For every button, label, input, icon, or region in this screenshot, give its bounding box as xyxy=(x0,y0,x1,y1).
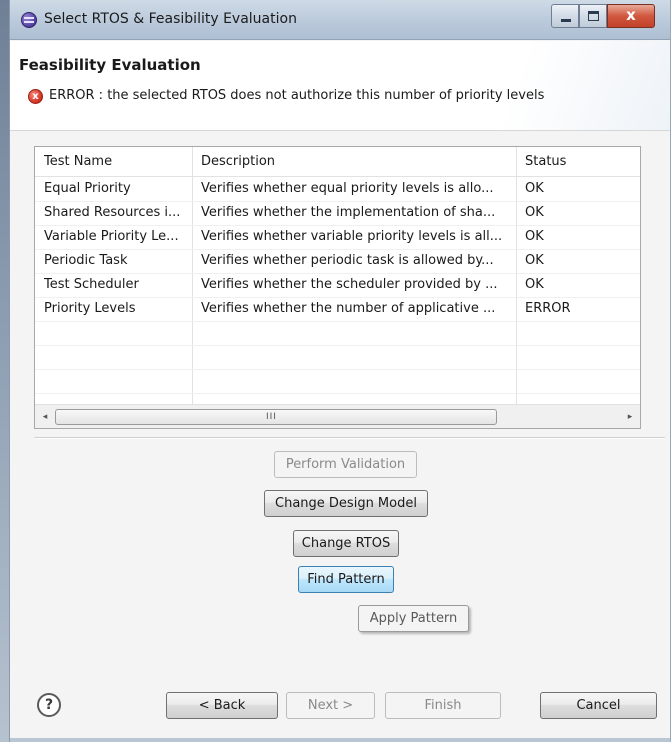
maximize-button[interactable] xyxy=(579,4,607,28)
back-button[interactable]: < Back xyxy=(166,692,278,719)
table-row[interactable]: Test Scheduler Verifies whether the sche… xyxy=(35,274,640,298)
description-cell: Verifies whether the scheduler provided … xyxy=(201,277,498,292)
window-bottom-edge xyxy=(10,738,670,742)
status-cell: OK xyxy=(525,277,544,292)
cancel-button[interactable]: Cancel xyxy=(540,692,657,719)
test-name-cell: Priority Levels xyxy=(44,301,136,316)
separator xyxy=(34,437,665,439)
horizontal-scrollbar[interactable]: ◂ III ▸ xyxy=(35,404,640,428)
title-bar[interactable]: Select RTOS & Feasibility Evaluation x xyxy=(10,0,670,40)
scrollbar-grip-icon: III xyxy=(266,412,277,422)
help-icon[interactable]: ? xyxy=(37,693,61,717)
minimize-icon xyxy=(561,19,571,22)
close-button[interactable]: x xyxy=(607,4,655,28)
test-name-cell: Equal Priority xyxy=(44,181,131,196)
apply-pattern-button[interactable]: Apply Pattern xyxy=(358,605,469,632)
empty-table-row xyxy=(35,322,640,346)
table-row[interactable]: Priority Levels Verifies whether the num… xyxy=(35,298,640,322)
eclipse-app-icon xyxy=(21,12,37,28)
test-name-cell: Periodic Task xyxy=(44,253,128,268)
close-icon: x xyxy=(626,6,636,24)
change-design-model-button[interactable]: Change Design Model xyxy=(264,490,428,517)
column-header-test-name[interactable]: Test Name xyxy=(44,154,192,169)
find-pattern-button[interactable]: Find Pattern xyxy=(298,566,394,593)
table-row[interactable]: Periodic Task Verifies whether periodic … xyxy=(35,250,640,274)
test-name-cell: Variable Priority Le... xyxy=(44,229,179,244)
scrollbar-thumb[interactable]: III xyxy=(55,409,497,425)
table-row[interactable]: Shared Resources i... Verifies whether t… xyxy=(35,202,640,226)
empty-table-row xyxy=(35,346,640,370)
next-button[interactable]: Next > xyxy=(286,692,375,719)
page-title: Feasibility Evaluation xyxy=(19,56,201,74)
description-cell: Verifies whether the implementation of s… xyxy=(201,205,496,220)
status-cell: OK xyxy=(525,253,544,268)
description-cell: Verifies whether periodic task is allowe… xyxy=(201,253,494,268)
finish-button[interactable]: Finish xyxy=(385,692,501,719)
status-cell: OK xyxy=(525,205,544,220)
error-x-icon: x xyxy=(28,89,43,104)
column-header-description[interactable]: Description xyxy=(201,154,517,169)
status-cell: OK xyxy=(525,181,544,196)
description-cell: Verifies whether the number of applicati… xyxy=(201,301,496,316)
description-cell: Verifies whether variable priority level… xyxy=(201,229,503,244)
test-name-cell: Test Scheduler xyxy=(44,277,139,292)
minimize-button[interactable] xyxy=(551,4,579,28)
dialog-window: Select RTOS & Feasibility Evaluation x F… xyxy=(9,0,671,742)
status-cell: ERROR xyxy=(525,301,571,316)
window-title: Select RTOS & Feasibility Evaluation xyxy=(44,11,297,27)
column-header-status[interactable]: Status xyxy=(525,154,635,169)
background-window-edge xyxy=(0,0,9,742)
test-name-cell: Shared Resources i... xyxy=(44,205,181,220)
scroll-left-arrow-icon[interactable]: ◂ xyxy=(37,409,53,425)
wizard-footer: ? < Back Next > Finish Cancel xyxy=(10,680,670,742)
test-results-table: Test Name Description Status Equal Prior… xyxy=(34,146,641,429)
wizard-header: Feasibility Evaluation x ERROR : the sel… xyxy=(10,41,670,131)
table-row[interactable]: Variable Priority Le... Verifies whether… xyxy=(35,226,640,250)
scroll-right-arrow-icon[interactable]: ▸ xyxy=(622,409,638,425)
table-header: Test Name Description Status xyxy=(35,147,640,177)
description-cell: Verifies whether equal priority levels i… xyxy=(201,181,494,196)
empty-table-row xyxy=(35,370,640,394)
maximize-icon xyxy=(588,11,599,21)
status-cell: OK xyxy=(525,229,544,244)
error-message: ERROR : the selected RTOS does not autho… xyxy=(49,88,545,103)
change-rtos-button[interactable]: Change RTOS xyxy=(293,530,399,557)
perform-validation-button[interactable]: Perform Validation xyxy=(274,451,417,478)
table-row[interactable]: Equal Priority Verifies whether equal pr… xyxy=(35,178,640,202)
